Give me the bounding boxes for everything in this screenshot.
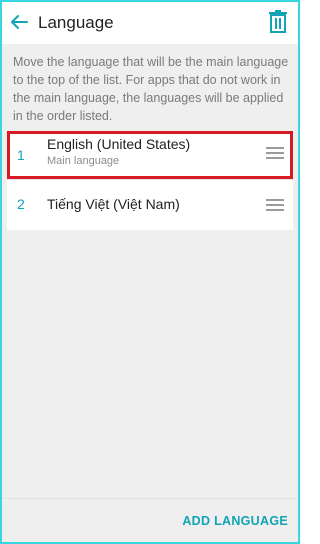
drag-handle-icon[interactable] [266, 147, 284, 159]
language-item-english[interactable]: 1 English (United States) Main language [7, 131, 293, 179]
content-area: Move the language that will be the main … [2, 44, 298, 498]
language-name: English (United States) [47, 136, 191, 152]
language-index: 1 [17, 147, 25, 163]
back-button[interactable] [8, 11, 30, 33]
add-language-button[interactable]: ADD LANGUAGE [182, 514, 288, 528]
main-language-label: Main language [47, 155, 120, 167]
screen-frame: Language Move the language that will be … [0, 0, 300, 544]
instructions-text: Move the language that will be the main … [13, 55, 289, 123]
page-title: Language [38, 13, 114, 32]
language-index: 2 [17, 196, 25, 212]
delete-button[interactable] [268, 10, 288, 34]
bottom-bar: ADD LANGUAGE [2, 498, 298, 542]
language-item-vietnamese[interactable]: 2 Tiếng Việt (Việt Nam) [7, 179, 293, 230]
language-list: 1 English (United States) Main language … [7, 131, 293, 230]
trash-icon [269, 10, 287, 33]
arrow-left-icon [11, 15, 28, 29]
app-bar: Language [2, 2, 298, 44]
language-name: Tiếng Việt (Việt Nam) [47, 196, 180, 212]
drag-handle-icon[interactable] [266, 199, 284, 211]
